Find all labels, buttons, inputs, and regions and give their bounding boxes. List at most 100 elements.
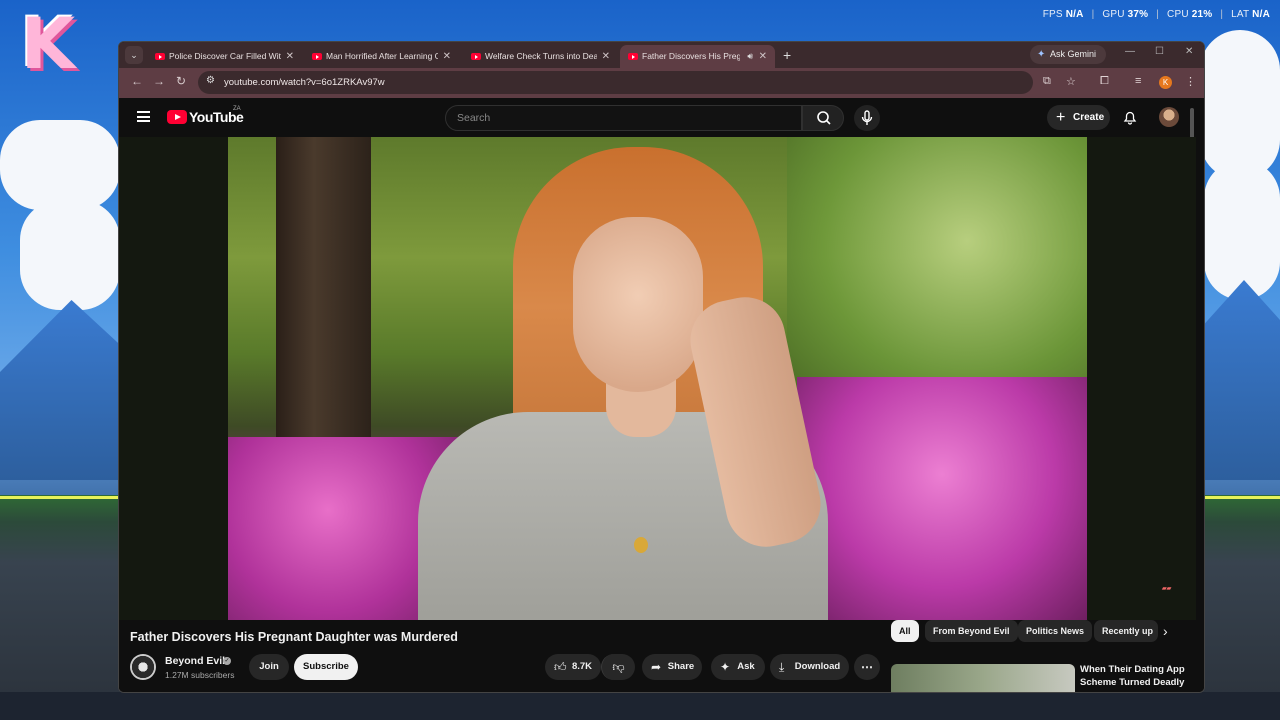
- download-label: Download: [794, 661, 841, 672]
- chip-from-channel[interactable]: From Beyond Evil: [925, 620, 1018, 642]
- cloud: [1200, 30, 1280, 180]
- url-text: youtube.com/watch?v=6o1ZRKAv97w: [224, 77, 385, 88]
- chip-politics-news[interactable]: Politics News: [1018, 620, 1093, 642]
- related-filter-chips: All From Beyond Evil Politics News Recen…: [891, 620, 1196, 648]
- browser-menu-icon[interactable]: ⋮: [1185, 75, 1196, 88]
- video-player[interactable]: ▰▰: [119, 137, 1196, 620]
- thumbs-down-icon: 👎︎: [612, 660, 625, 674]
- create-button[interactable]: + Create: [1047, 105, 1110, 130]
- search-button[interactable]: [802, 105, 844, 131]
- sparkle-icon: ✦: [720, 660, 731, 674]
- media-queue-icon[interactable]: ≡: [1135, 75, 1141, 87]
- tab-father-discovers[interactable]: Father Discovers His Pregna 🔊︎ ✕: [620, 45, 775, 68]
- gpu-label: GPU: [1102, 9, 1125, 20]
- bookmark-star-icon[interactable]: ☆: [1066, 75, 1076, 88]
- k-logo: K: [20, 3, 76, 85]
- fps-label: FPS: [1042, 9, 1063, 20]
- separator: |: [1156, 9, 1160, 20]
- search-input[interactable]: Search: [445, 105, 802, 131]
- video-tree-trunk: [276, 137, 371, 467]
- channel-watermark: ▰▰: [1162, 586, 1172, 592]
- verified-check-icon: ✓: [223, 657, 231, 665]
- back-arrow-icon[interactable]: ←: [131, 74, 143, 88]
- close-window-icon[interactable]: ✕: [1185, 46, 1193, 57]
- close-tab-icon[interactable]: ✕: [443, 45, 451, 68]
- video-person-face: [573, 217, 703, 392]
- plus-icon: +: [1056, 109, 1066, 126]
- voice-search-button[interactable]: [854, 105, 880, 131]
- tab-label: Police Discover Car Filled With: [169, 51, 281, 61]
- hamburger-menu-icon[interactable]: [137, 111, 150, 122]
- notifications-bell-icon[interactable]: [1122, 109, 1138, 130]
- cpu-value: 21%: [1191, 9, 1213, 20]
- cloud: [1204, 160, 1280, 300]
- channel-avatar[interactable]: [130, 654, 156, 680]
- maximize-icon[interactable]: ☐: [1155, 46, 1164, 57]
- subscribe-button[interactable]: Subscribe: [294, 654, 358, 680]
- taskbar-area: [0, 692, 1280, 720]
- youtube-page: YouTube ZA Search + Create ▰▰ Father Dis…: [119, 98, 1204, 692]
- browser-toolbar: ← → ↻ ⚙︎ youtube.com/watch?v=6o1ZRKAv97w…: [119, 68, 1204, 98]
- close-tab-icon[interactable]: ✕: [286, 45, 294, 68]
- youtube-favicon-icon: [155, 53, 165, 60]
- like-count: 8.7K: [571, 661, 593, 672]
- youtube-favicon-icon: [628, 53, 638, 60]
- account-avatar[interactable]: [1159, 107, 1179, 127]
- address-bar[interactable]: ⚙︎ youtube.com/watch?v=6o1ZRKAv97w: [198, 71, 1033, 94]
- download-icon: ⤓: [779, 660, 785, 674]
- youtube-favicon-icon: [312, 53, 322, 60]
- tab-search-dropdown-icon[interactable]: ⌄: [125, 46, 143, 64]
- youtube-favicon-icon: [471, 53, 481, 60]
- cpu-label: CPU: [1167, 9, 1189, 20]
- tab-police-discover[interactable]: Police Discover Car Filled With ✕: [147, 45, 302, 68]
- video-frame[interactable]: [228, 137, 1087, 620]
- video-pendant: [634, 537, 648, 553]
- subscriber-count: 1.27M subscribers: [165, 670, 235, 680]
- download-button[interactable]: ⤓ Download: [770, 654, 849, 680]
- youtube-header: YouTube ZA Search + Create: [119, 98, 1196, 228]
- new-tab-icon[interactable]: +: [783, 45, 791, 65]
- gpu-value: 37%: [1127, 9, 1149, 20]
- channel-name[interactable]: Beyond Evil: [165, 655, 225, 667]
- close-tab-icon[interactable]: ✕: [759, 45, 767, 68]
- region-code: ZA: [233, 106, 241, 112]
- lat-value: N/A: [1252, 9, 1270, 20]
- site-info-icon[interactable]: ⚙︎: [206, 75, 215, 86]
- browser-window: ⌄ Police Discover Car Filled With ✕ Man …: [118, 41, 1205, 693]
- create-label: Create: [1073, 112, 1105, 123]
- recommended-video-thumbnail[interactable]: [891, 664, 1075, 692]
- speaker-icon[interactable]: 🔊︎: [747, 45, 753, 68]
- reload-icon[interactable]: ↻: [176, 74, 186, 88]
- more-actions-button[interactable]: ⋯: [854, 654, 880, 680]
- cloud: [0, 120, 120, 210]
- cloud: [20, 200, 120, 310]
- chip-all[interactable]: All: [891, 620, 919, 642]
- like-button[interactable]: 👍︎ 8.7K: [545, 654, 601, 680]
- tab-welfare-check[interactable]: Welfare Check Turns into Dead ✕: [463, 45, 618, 68]
- search-placeholder: Search: [457, 112, 491, 124]
- ask-button[interactable]: ✦ Ask: [711, 654, 765, 680]
- gemini-sparkle-icon: ✦: [1037, 49, 1046, 60]
- chevron-right-icon[interactable]: ›: [1163, 623, 1168, 639]
- search-icon: [817, 111, 831, 125]
- recommended-video-title[interactable]: When Their Dating App Scheme Turned Dead…: [1080, 663, 1190, 689]
- chip-recently-uploaded[interactable]: Recently up: [1094, 620, 1158, 642]
- cast-icon[interactable]: ⧉: [1043, 75, 1051, 88]
- ask-gemini-button[interactable]: ✦ Ask Gemini: [1030, 45, 1107, 64]
- share-button[interactable]: ➦ Share: [642, 654, 702, 680]
- lat-label: LAT: [1231, 9, 1250, 20]
- extensions-icon[interactable]: ⧠: [1100, 75, 1109, 88]
- gemini-label: Ask Gemini: [1050, 49, 1097, 59]
- close-tab-icon[interactable]: ✕: [602, 45, 610, 68]
- video-flowers: [797, 377, 1087, 620]
- separator: |: [1220, 9, 1224, 20]
- subscribe-label: Subscribe: [303, 661, 349, 672]
- separator: |: [1091, 9, 1095, 20]
- profile-avatar[interactable]: K: [1159, 76, 1172, 89]
- dislike-button[interactable]: 👎︎: [601, 654, 635, 680]
- minimize-icon[interactable]: —: [1125, 46, 1135, 57]
- tab-man-horrified[interactable]: Man Horrified After Learning G ✕: [304, 45, 459, 68]
- tab-label: Father Discovers His Pregna: [642, 51, 740, 61]
- forward-arrow-icon[interactable]: →: [153, 74, 165, 88]
- join-button[interactable]: Join: [249, 654, 289, 680]
